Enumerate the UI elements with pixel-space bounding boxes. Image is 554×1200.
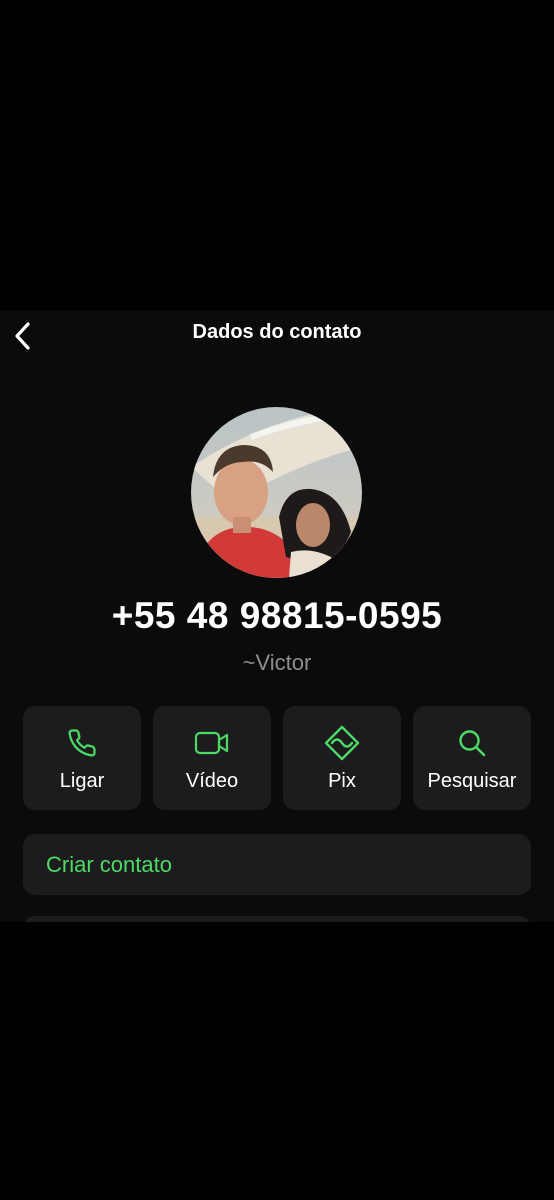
video-camera-icon: [194, 731, 229, 755]
search-button[interactable]: Pesquisar: [413, 706, 531, 810]
avatar-photo: [191, 407, 362, 578]
create-contact-button[interactable]: Criar contato: [23, 834, 531, 895]
pix-icon: [324, 725, 360, 761]
phone-icon: [68, 729, 96, 757]
avatar[interactable]: [191, 407, 362, 578]
bottom-black-area: [0, 922, 554, 1200]
call-label: Ligar: [59, 770, 105, 792]
video-label: Vídeo: [185, 770, 239, 792]
create-contact-label: Criar contato: [46, 852, 172, 877]
call-button[interactable]: Ligar: [23, 706, 141, 810]
phone-number: +55 48 98815-0595: [111, 595, 443, 636]
video-button[interactable]: Vídeo: [153, 706, 271, 810]
pix-button[interactable]: Pix: [283, 706, 401, 810]
page-title: Dados do contato: [192, 321, 362, 343]
search-icon: [459, 730, 486, 757]
top-black-area: [0, 0, 554, 310]
action-buttons: Ligar Vídeo Pix Pesquisar: [23, 706, 531, 810]
contact-info-screen: Dados do contato +55 48 98815-0595 ~Vict…: [0, 310, 554, 922]
push-name: ~Victor: [242, 650, 312, 675]
pix-label: Pix: [328, 770, 356, 792]
search-label: Pesquisar: [427, 770, 517, 792]
